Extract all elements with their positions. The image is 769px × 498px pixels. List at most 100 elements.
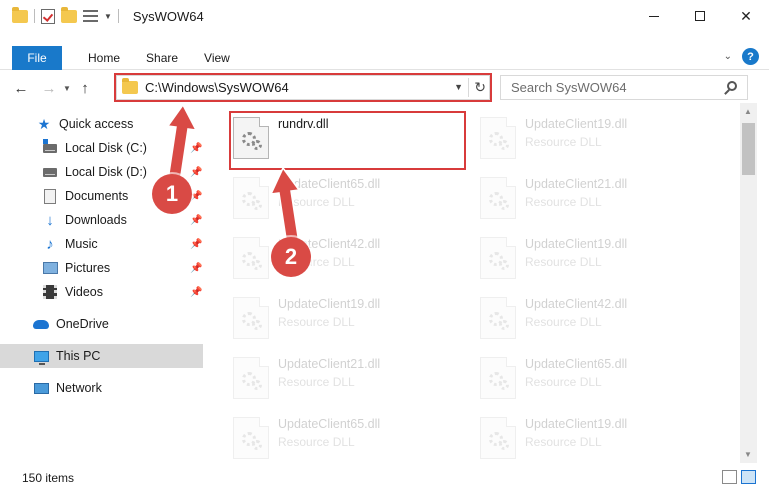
vertical-scrollbar[interactable]: ▲ ▼ (740, 103, 757, 463)
file-item[interactable]: UpdateClient42.dll Resource DLL (476, 291, 706, 347)
sidebar-item-label: Music (65, 237, 98, 251)
file-name: UpdateClient19.dll (525, 237, 628, 251)
help-button[interactable]: ? (742, 48, 759, 65)
ribbon: File Home Share View ⌄ ? (0, 45, 769, 70)
file-item[interactable]: UpdateClient65.dll Resource DLL (229, 171, 459, 227)
file-name: UpdateClient21.dll (278, 357, 381, 371)
sidebar-item-label: Downloads (65, 213, 127, 227)
file-type: Resource DLL (278, 435, 355, 449)
sidebar-item-label: This PC (56, 349, 101, 363)
drive-icon (42, 164, 58, 180)
expand-ribbon-icon[interactable]: ⌄ (724, 51, 732, 62)
dll-file-icon (480, 237, 516, 279)
status-bar: 150 items (0, 467, 769, 489)
file-type: Resource DLL (525, 195, 602, 209)
sidebar-item-label: Videos (65, 285, 103, 299)
scrollbar-thumb[interactable] (742, 123, 755, 175)
file-item[interactable]: UpdateClient21.dll Resource DLL (476, 171, 706, 227)
file-item[interactable]: UpdateClient21.dll Resource DLL (229, 351, 459, 407)
navigation-pane: ★ Quick access Local Disk (C:) 📌 Local D… (0, 110, 205, 462)
search-input[interactable]: Search SysWOW64 (500, 75, 748, 100)
sidebar-item-network[interactable]: Network (0, 376, 203, 400)
file-item[interactable]: UpdateClient19.dll Resource DLL (229, 291, 459, 347)
documents-icon (42, 188, 58, 204)
search-icon[interactable] (727, 81, 737, 91)
window-controls: ✕ (631, 0, 769, 32)
up-arrow-icon[interactable]: ↑ (74, 80, 96, 97)
pictures-icon (42, 260, 58, 276)
dll-file-icon (480, 177, 516, 219)
scroll-up-icon[interactable]: ▲ (744, 107, 752, 116)
forward-arrow-icon[interactable]: → (38, 80, 60, 97)
sidebar-item-local-disk-c[interactable]: Local Disk (C:) 📌 (0, 136, 203, 160)
pin-icon: 📌 (190, 166, 203, 178)
quick-access-toolbar: ▼ (0, 6, 119, 24)
tiles-view-icon[interactable] (741, 470, 756, 484)
file-type: Resource DLL (525, 255, 602, 269)
item-count: 150 items (22, 471, 75, 485)
dll-file-icon (480, 297, 516, 339)
sidebar-item-label: Pictures (65, 261, 111, 275)
sidebar-item-label: Local Disk (D:) (65, 165, 147, 179)
properties-check-icon[interactable] (41, 8, 55, 24)
minimize-icon (649, 15, 659, 17)
step-1-badge: 1 (152, 174, 192, 214)
file-item[interactable]: UpdateClient19.dll Resource DLL (476, 111, 706, 167)
sidebar-item-videos[interactable]: Videos 📌 (0, 280, 203, 304)
file-type: Resource DLL (525, 435, 602, 449)
file-item[interactable]: UpdateClient65.dll Resource DLL (476, 351, 706, 407)
file-type: Resource DLL (278, 375, 355, 389)
tab-file[interactable]: File (12, 45, 62, 70)
back-arrow-icon[interactable]: ← (10, 80, 32, 97)
file-name: UpdateClient42.dll (525, 297, 628, 311)
dll-file-icon (480, 357, 516, 399)
minimize-button[interactable] (631, 0, 677, 32)
close-button[interactable]: ✕ (723, 0, 769, 32)
sidebar-item-pictures[interactable]: Pictures 📌 (0, 256, 203, 280)
file-type: Resource DLL (525, 135, 602, 149)
tab-home[interactable]: Home (88, 51, 120, 65)
downloads-icon: ↓ (46, 211, 54, 229)
maximize-icon (695, 11, 705, 21)
sidebar-item-music[interactable]: ♪ Music 📌 (0, 232, 203, 256)
sidebar-item-onedrive[interactable]: OneDrive (0, 312, 203, 336)
separator (117, 9, 119, 23)
customize-icon[interactable] (83, 10, 98, 22)
drive-icon (42, 138, 58, 156)
sidebar-item-quick-access[interactable]: ★ Quick access (0, 112, 203, 136)
tab-view[interactable]: View (204, 51, 230, 65)
details-view-icon[interactable] (722, 470, 737, 484)
file-highlight-box (229, 111, 466, 170)
pin-icon: 📌 (190, 262, 203, 274)
sidebar-item-this-pc[interactable]: This PC (0, 344, 203, 368)
separator (34, 9, 35, 23)
dll-file-icon (233, 417, 269, 459)
dll-file-icon (233, 237, 269, 279)
title-bar: ▼ SysWOW64 ✕ (0, 0, 769, 32)
new-folder-icon[interactable] (61, 6, 77, 23)
file-name: UpdateClient19.dll (278, 297, 381, 311)
tab-share[interactable]: Share (146, 51, 178, 65)
dll-file-icon (233, 357, 269, 399)
file-item[interactable]: UpdateClient42.dll Resource DLL (229, 231, 459, 287)
file-name: UpdateClient19.dll (525, 117, 628, 131)
file-item[interactable]: UpdateClient65.dll Resource DLL (229, 411, 459, 467)
sidebar-item-label: OneDrive (56, 317, 109, 331)
window-title: SysWOW64 (132, 8, 204, 24)
file-item[interactable]: UpdateClient19.dll Resource DLL (476, 231, 706, 287)
file-name: UpdateClient21.dll (525, 177, 628, 191)
scroll-down-icon[interactable]: ▼ (744, 450, 752, 459)
dll-file-icon (480, 417, 516, 459)
maximize-button[interactable] (677, 0, 723, 32)
file-item[interactable]: UpdateClient19.dll Resource DLL (476, 411, 706, 467)
file-name: UpdateClient65.dll (278, 417, 381, 431)
dll-file-icon (233, 177, 269, 219)
qat-dropdown-icon[interactable]: ▼ (104, 12, 112, 21)
ribbon-right-controls: ⌄ ? (724, 48, 759, 65)
search-placeholder: Search SysWOW64 (511, 80, 627, 95)
recent-locations-icon[interactable]: ▼ (60, 84, 74, 93)
dll-file-icon (480, 117, 516, 159)
this-pc-icon (33, 348, 49, 365)
folder-icon (12, 6, 28, 23)
pin-icon: 📌 (190, 214, 203, 226)
